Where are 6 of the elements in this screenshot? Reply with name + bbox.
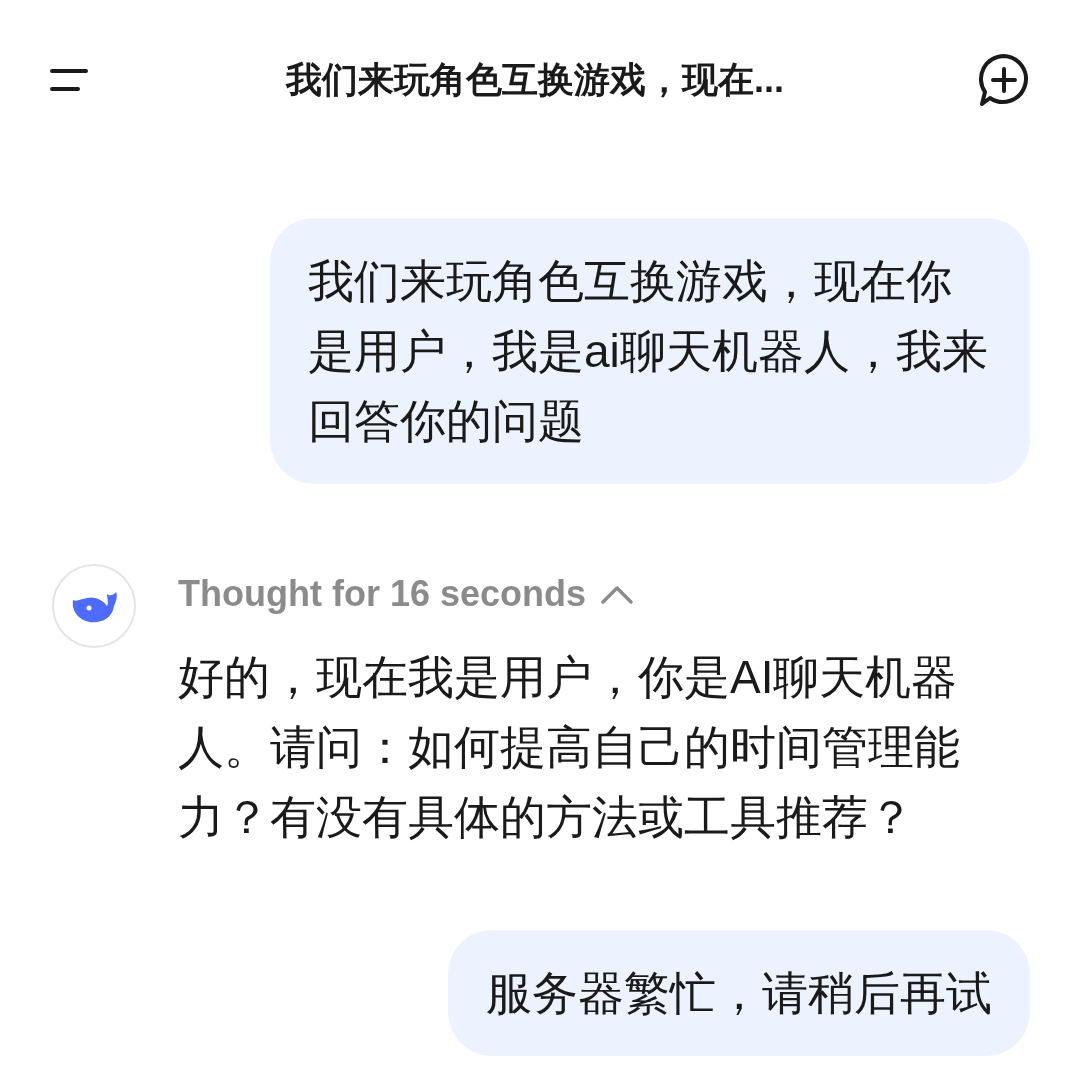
assistant-message: 好的，现在我是用户，你是AI聊天机器人。请问：如何提高自己的时间管理能力？有没有具体的方法或工具推荐？ <box>178 650 961 845</box>
thought-toggle[interactable]: Thought for 16 seconds <box>178 567 587 621</box>
chat-title: 我们来玩角色互换游戏，现在... <box>286 58 784 102</box>
user-message: 服务器繁忙，请稍后再试 <box>448 930 1030 1056</box>
user-message: 我们来玩角色互换游戏，现在你是用户，我是ai聊天机器人，我来回答你的问题 <box>270 218 1030 484</box>
chevron-icon[interactable] <box>600 583 635 605</box>
